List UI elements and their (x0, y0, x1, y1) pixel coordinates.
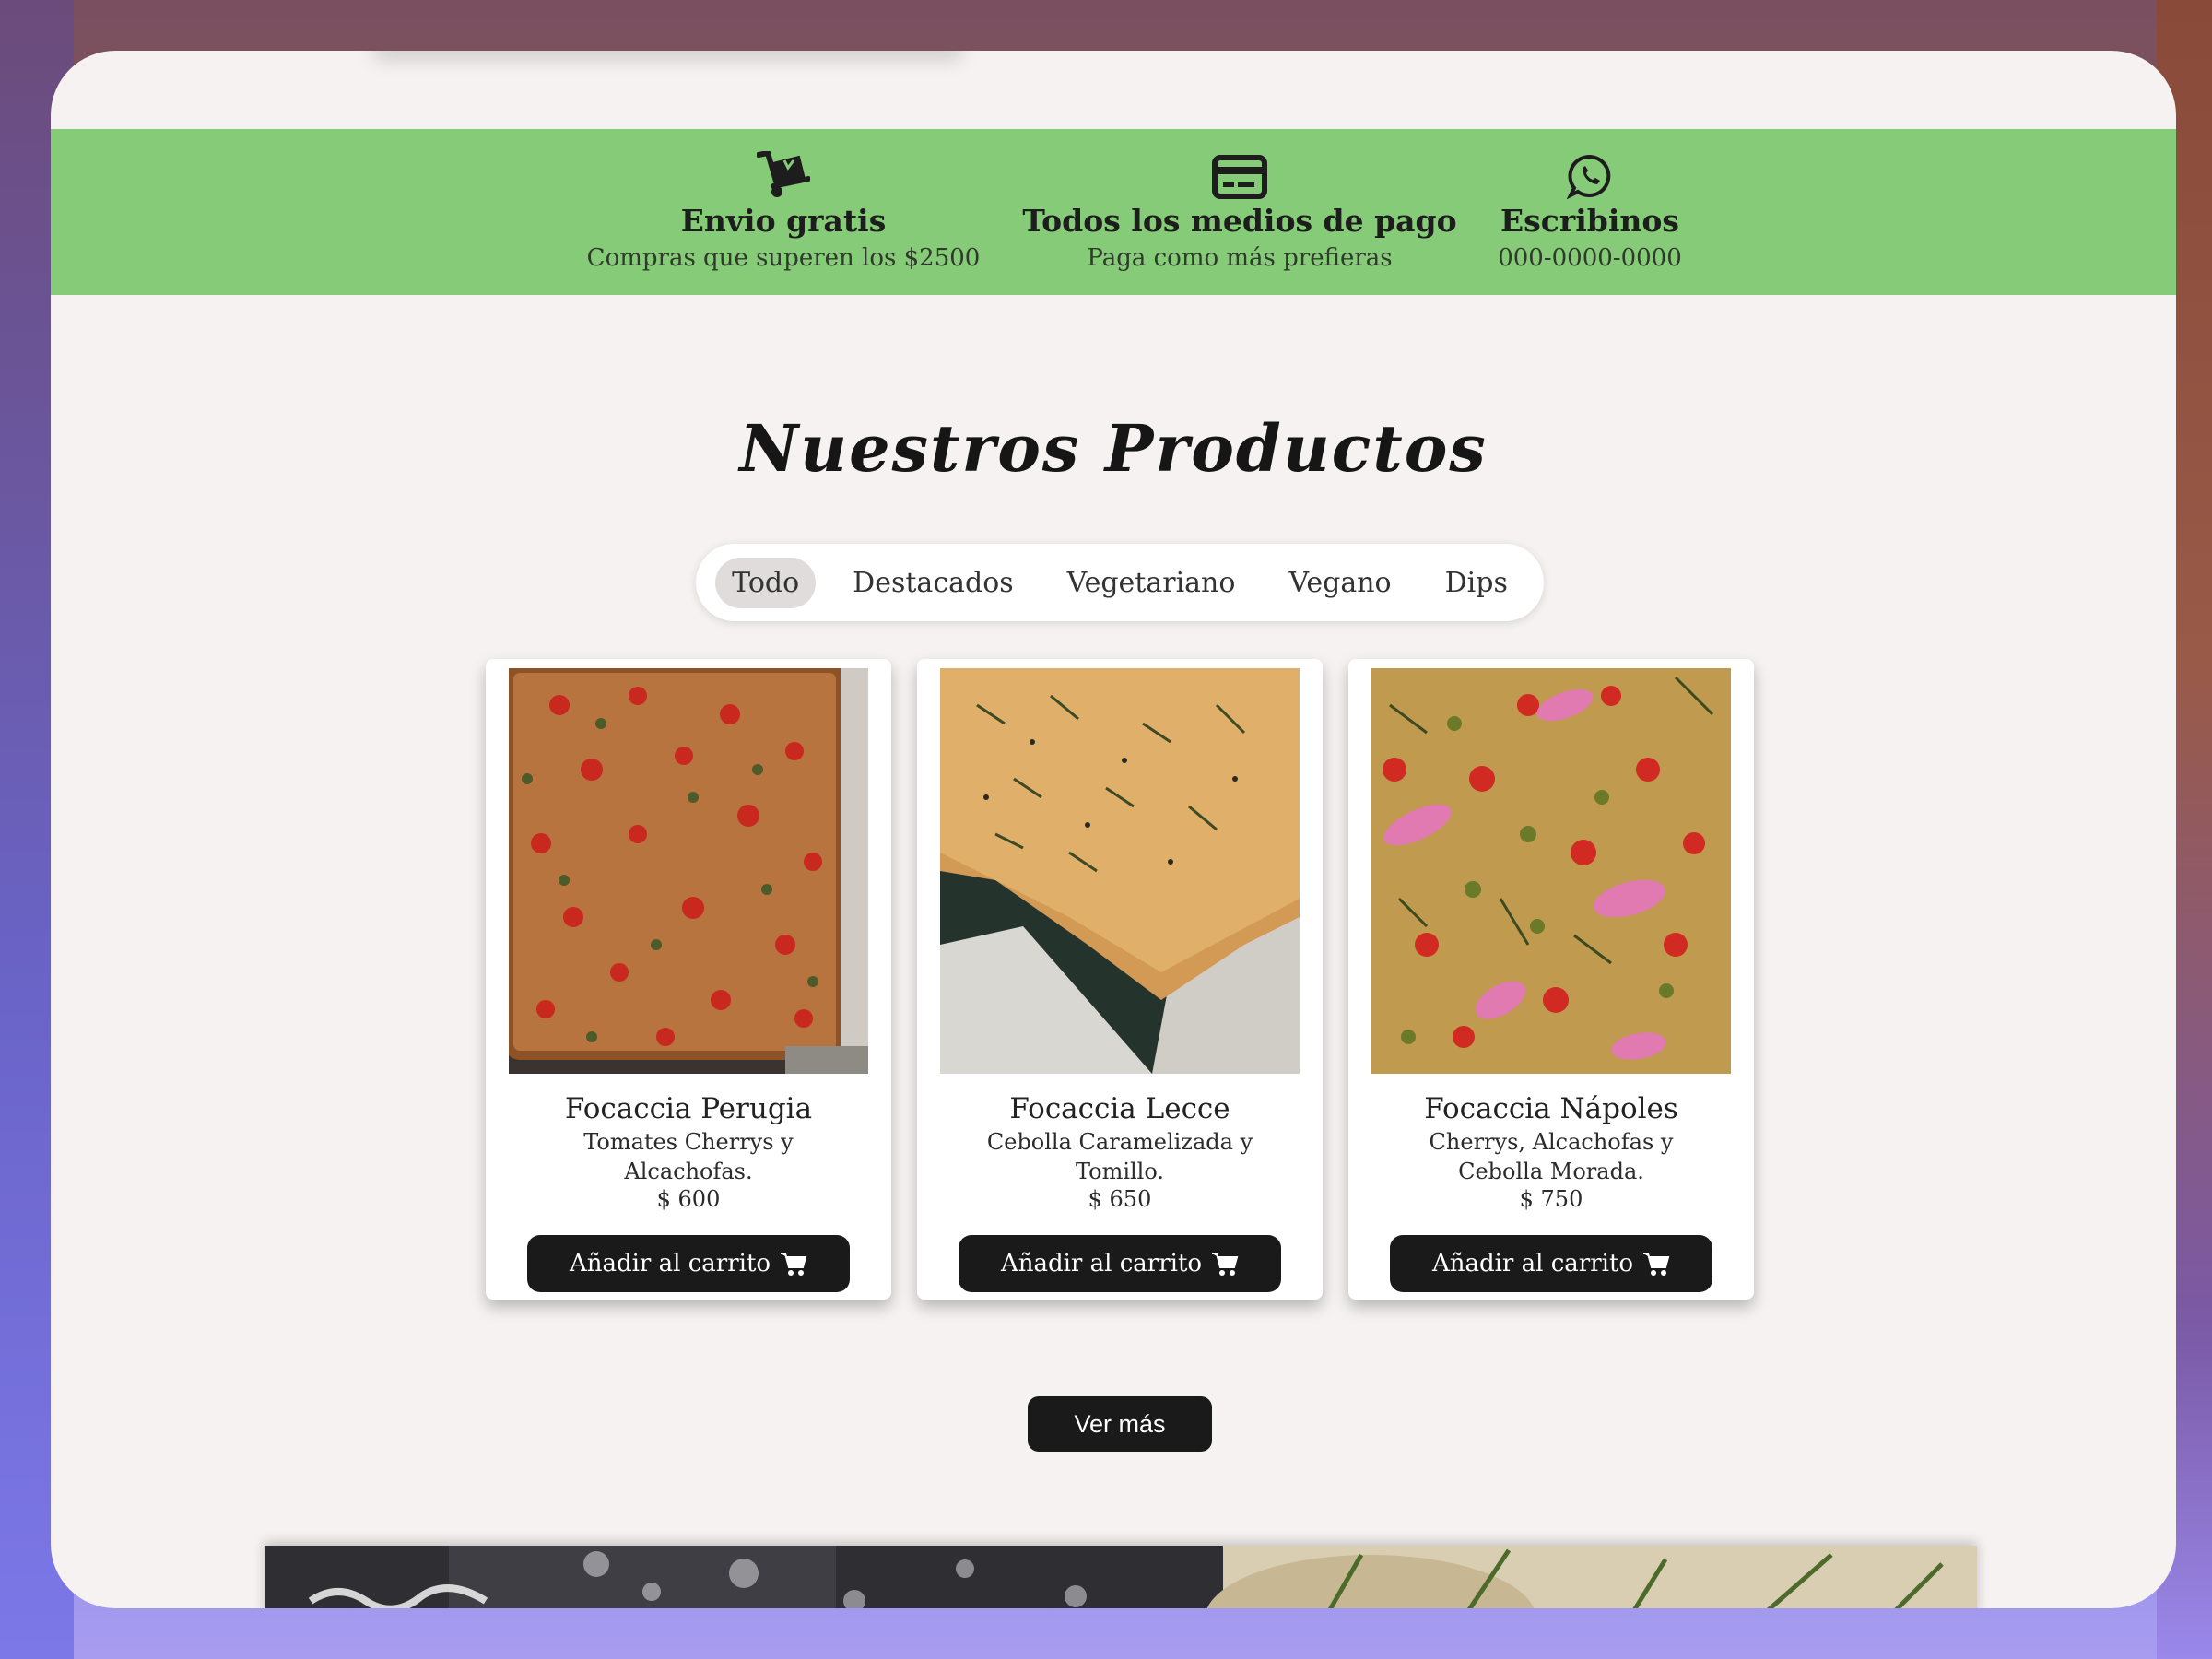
benefit-title: Envio gratis (680, 203, 887, 239)
benefits-bar: Envio gratis Compras que superen los $25… (51, 129, 2176, 295)
product-card: Focaccia Perugia Tomates Cherrys y Alcac… (486, 659, 891, 1300)
add-to-cart-button[interactable]: Añadir al carrito (1390, 1235, 1712, 1292)
header-shadow (373, 51, 963, 58)
benefit-payment: Todos los medios de pago Paga como más p… (1009, 129, 1470, 295)
product-image[interactable] (940, 668, 1300, 1074)
cart-icon (781, 1253, 807, 1276)
add-to-cart-label: Añadir al carrito (569, 1250, 771, 1277)
benefit-title: Escribinos (1500, 203, 1679, 239)
product-grid: Focaccia Perugia Tomates Cherrys y Alcac… (51, 659, 2176, 1304)
benefit-subtitle: Paga como más prefieras (1087, 244, 1393, 272)
product-image[interactable] (1371, 668, 1731, 1074)
product-name: Focaccia Nápoles (1424, 1092, 1678, 1125)
product-price: $ 650 (1088, 1186, 1152, 1212)
benefit-shipping: Envio gratis Compras que superen los $25… (530, 129, 1037, 295)
see-more-button[interactable]: Ver más (1028, 1396, 1212, 1452)
filter-dips[interactable]: Dips (1429, 558, 1524, 608)
whatsapp-icon[interactable] (1479, 129, 1700, 199)
product-card: Focaccia Nápoles Cherrys, Alcachofas y C… (1348, 659, 1754, 1300)
product-price: $ 600 (656, 1186, 721, 1212)
benefit-contact: Escribinos 000-0000-0000 (1479, 129, 1700, 295)
product-description: Cebolla Caramelizada y Tomillo. (986, 1129, 1253, 1184)
category-filter-bar: Todo Destacados Vegetariano Vegano Dips (696, 544, 1544, 621)
gift-card-banner[interactable] (265, 1546, 1977, 1608)
benefit-title: Todos los medios de pago (1022, 203, 1457, 239)
browser-window: Envio gratis Compras que superen los $25… (51, 51, 2176, 1608)
product-description: Tomates Cherrys y Alcachofas. (583, 1129, 794, 1184)
filter-vegano[interactable]: Vegano (1272, 558, 1407, 608)
product-name: Focaccia Lecce (1009, 1092, 1230, 1125)
benefit-subtitle: Compras que superen los $2500 (586, 244, 981, 272)
cart-icon (1643, 1253, 1670, 1276)
hand-truck-icon (530, 129, 1037, 199)
product-name: Focaccia Perugia (564, 1092, 813, 1125)
add-to-cart-label: Añadir al carrito (1000, 1250, 1203, 1277)
add-to-cart-label: Añadir al carrito (1431, 1250, 1634, 1277)
add-to-cart-button[interactable]: Añadir al carrito (959, 1235, 1281, 1292)
product-card: Focaccia Lecce Cebolla Caramelizada y To… (917, 659, 1323, 1300)
filter-todo[interactable]: Todo (715, 557, 817, 608)
benefit-subtitle: 000-0000-0000 (1498, 244, 1682, 272)
credit-card-icon (1009, 129, 1470, 199)
product-price: $ 750 (1519, 1186, 1583, 1212)
filter-destacados[interactable]: Destacados (836, 558, 1030, 608)
add-to-cart-button[interactable]: Añadir al carrito (527, 1235, 850, 1292)
product-image[interactable] (509, 668, 868, 1074)
cart-icon (1212, 1253, 1239, 1276)
product-description: Cherrys, Alcachofas y Cebolla Morada. (1429, 1129, 1674, 1184)
section-title: Nuestros Productos (739, 410, 1488, 487)
filter-vegetariano[interactable]: Vegetariano (1051, 558, 1253, 608)
